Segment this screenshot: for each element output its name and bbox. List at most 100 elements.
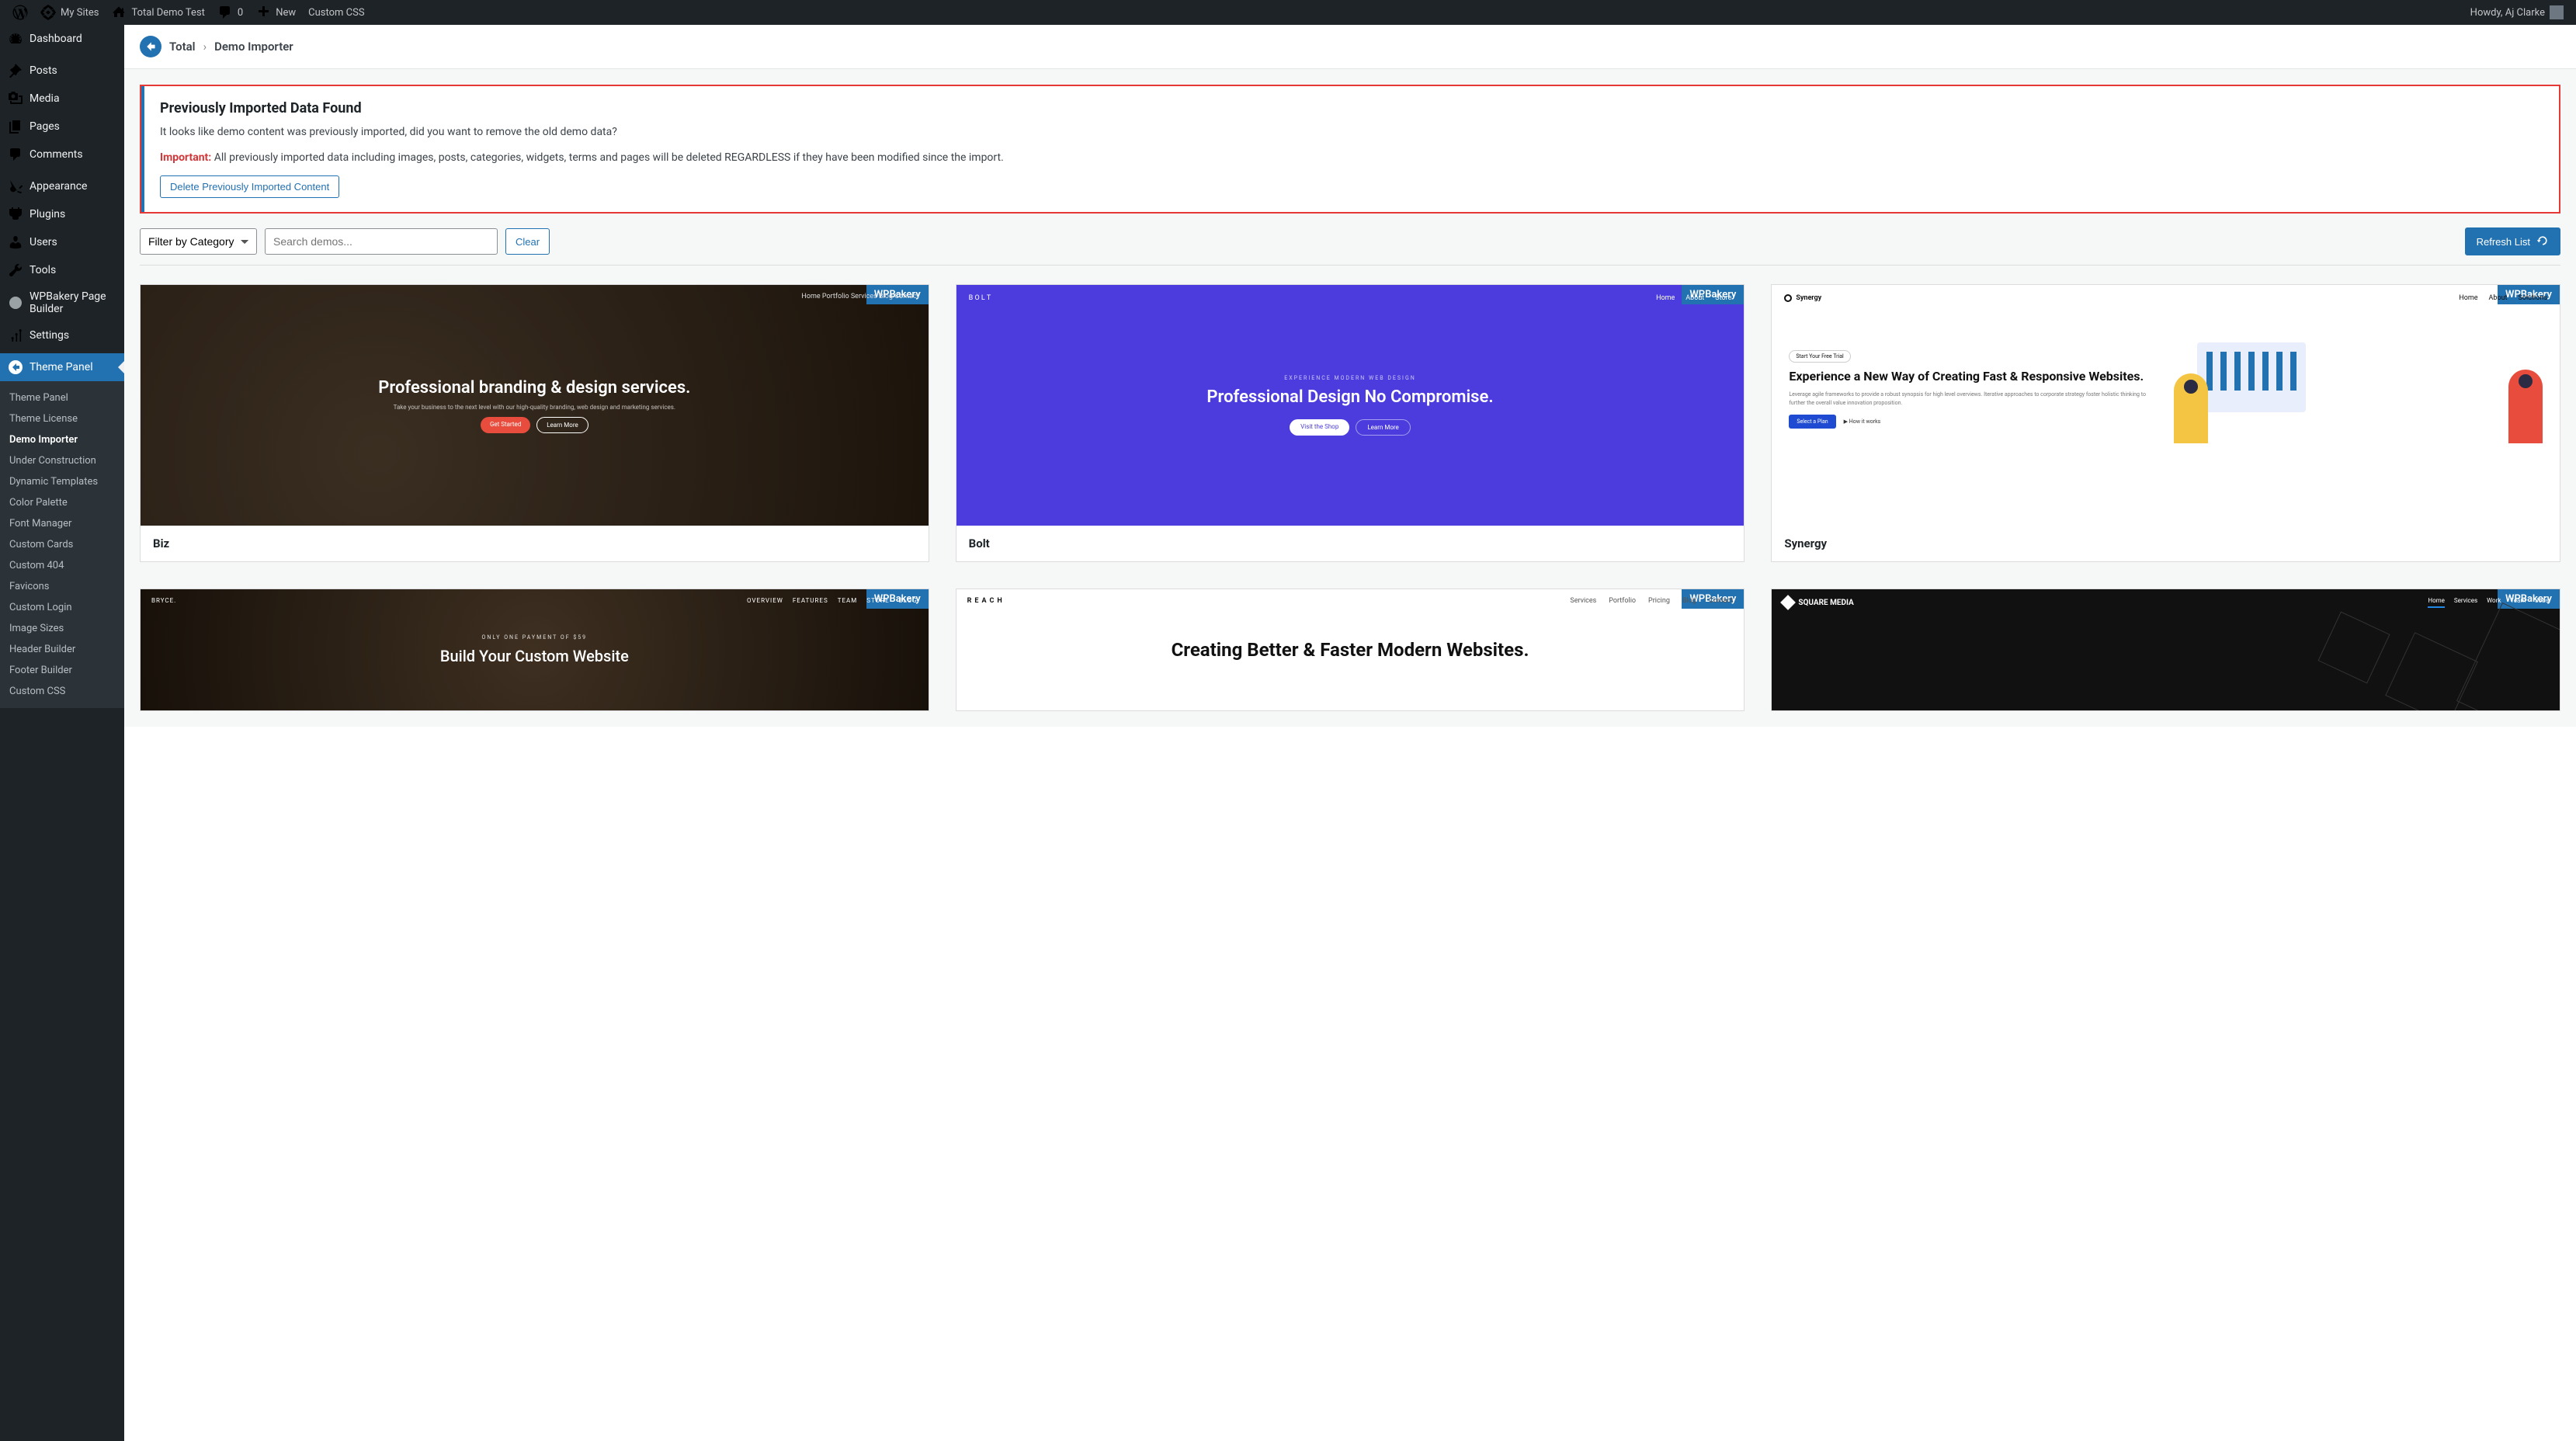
important-text: All previously imported data including i… bbox=[214, 151, 1004, 164]
thumb-pill: Start Your Free Trial bbox=[1789, 350, 1850, 363]
demo-card-synergy[interactable]: WPBakery SynergyHomeAboutSolutions Start… bbox=[1771, 284, 2560, 562]
menu-appearance[interactable]: Appearance bbox=[0, 172, 124, 200]
sub-header-builder[interactable]: Header Builder bbox=[0, 639, 124, 660]
divider bbox=[140, 265, 2560, 266]
wpbakery-icon bbox=[8, 295, 23, 311]
menu-posts-label: Posts bbox=[30, 64, 57, 77]
demo-card-bolt[interactable]: WPBakery B O L THomeAboutStore EXPERIENC… bbox=[956, 284, 1745, 562]
sub-construction[interactable]: Under Construction bbox=[0, 450, 124, 471]
filter-category-select[interactable]: Filter by Category bbox=[140, 228, 257, 255]
thumb-nav: STORE bbox=[866, 597, 889, 604]
user-icon bbox=[8, 234, 23, 250]
comments-count-label: 0 bbox=[238, 7, 243, 19]
sub-custom-css[interactable]: Custom CSS bbox=[0, 681, 124, 702]
demo-thumb: WPBakery B O L THomeAboutStore EXPERIENC… bbox=[956, 285, 1745, 526]
menu-settings[interactable]: Settings bbox=[0, 321, 124, 349]
my-sites[interactable]: My Sites bbox=[34, 0, 105, 25]
thumb-btn: Learn More bbox=[536, 417, 588, 433]
menu-comments[interactable]: Comments bbox=[0, 141, 124, 168]
delete-imported-button[interactable]: Delete Previously Imported Content bbox=[160, 175, 339, 198]
thumb-play-label: How it works bbox=[1849, 418, 1881, 425]
theme-panel-submenu: Theme Panel Theme License Demo Importer … bbox=[0, 381, 124, 708]
thumb-nav: Portfolio bbox=[1609, 597, 1636, 605]
thumb-nav: About bbox=[1686, 294, 1704, 302]
wordpress-icon bbox=[12, 5, 28, 20]
demo-thumb: WPBakery SQUARE MEDIAHomeServicesWorkTea… bbox=[1772, 589, 2560, 710]
menu-dashboard[interactable]: Dashboard bbox=[0, 25, 124, 53]
refresh-icon bbox=[2536, 234, 2549, 249]
thumb-nav: About bbox=[2489, 294, 2508, 302]
thumb-nav: Home bbox=[1656, 294, 1675, 302]
user-greeting[interactable]: Howdy, Aj Clarke bbox=[2464, 0, 2570, 25]
thumb-nav: Work bbox=[2487, 597, 2501, 608]
menu-tools[interactable]: Tools bbox=[0, 256, 124, 284]
comments-count[interactable]: 0 bbox=[211, 0, 249, 25]
site-name[interactable]: Total Demo Test bbox=[105, 0, 210, 25]
custom-css-label: Custom CSS bbox=[308, 7, 364, 19]
sub-favicons[interactable]: Favicons bbox=[0, 576, 124, 597]
menu-posts[interactable]: Posts bbox=[0, 57, 124, 85]
sub-license[interactable]: Theme License bbox=[0, 408, 124, 429]
menu-wpbakery[interactable]: WPBakery Page Builder bbox=[0, 284, 124, 321]
new-content-label: New bbox=[276, 7, 296, 19]
menu-pages-label: Pages bbox=[30, 120, 60, 133]
new-content[interactable]: New bbox=[249, 0, 302, 25]
clear-button[interactable]: Clear bbox=[505, 228, 550, 255]
thumb-nav: Team bbox=[2510, 597, 2526, 608]
sub-dynamic-templates[interactable]: Dynamic Templates bbox=[0, 471, 124, 492]
thumb-btn: Visit the Shop bbox=[1290, 419, 1349, 436]
demo-thumb: WPBakery REACHServicesPortfolioPricingBl… bbox=[956, 589, 1745, 710]
menu-users[interactable]: Users bbox=[0, 228, 124, 256]
demo-card-biz[interactable]: WPBakery Home Portfolio Services Blog Co… bbox=[140, 284, 929, 562]
notice-title: Previously Imported Data Found bbox=[160, 100, 2543, 116]
menu-media[interactable]: Media bbox=[0, 85, 124, 113]
home-icon bbox=[111, 5, 127, 20]
sub-font-manager[interactable]: Font Manager bbox=[0, 513, 124, 534]
comment-icon bbox=[217, 5, 233, 20]
thumb-price: ONLY ONE PAYMENT OF $59 bbox=[482, 634, 588, 641]
demo-toolbar: Filter by Category Clear Refresh List bbox=[140, 227, 2560, 255]
wp-logo[interactable] bbox=[6, 0, 34, 25]
thumb-nav: OVERVIEW bbox=[747, 597, 783, 604]
sub-custom-login[interactable]: Custom Login bbox=[0, 597, 124, 618]
thumb-nav: Contact bbox=[1709, 597, 1733, 605]
sliders-icon bbox=[8, 328, 23, 343]
page-body: Previously Imported Data Found It looks … bbox=[124, 69, 2576, 727]
demo-title: Synergy bbox=[1772, 526, 2560, 561]
brand-badge bbox=[140, 36, 161, 57]
demo-grid-row2: WPBakery BRYCE.OVERVIEWFEATURESTEAMSTORE… bbox=[140, 589, 2560, 711]
media-icon bbox=[8, 91, 23, 106]
plus-icon bbox=[255, 5, 271, 20]
sub-custom-cards[interactable]: Custom Cards bbox=[0, 534, 124, 555]
sub-footer-builder[interactable]: Footer Builder bbox=[0, 660, 124, 681]
demo-card-bryce[interactable]: WPBakery BRYCE.OVERVIEWFEATURESTEAMSTORE… bbox=[140, 589, 929, 711]
menu-theme-panel[interactable]: Theme Panel bbox=[0, 353, 124, 381]
chevron-right-icon: › bbox=[203, 40, 207, 54]
refresh-list-button[interactable]: Refresh List bbox=[2465, 227, 2560, 255]
admin-sidebar: Dashboard Posts Media Pages Comments App… bbox=[0, 25, 124, 1441]
menu-users-label: Users bbox=[30, 236, 57, 248]
crumb-root[interactable]: Total bbox=[169, 40, 196, 54]
thumb-nav: Services bbox=[2454, 597, 2477, 608]
sub-image-sizes[interactable]: Image Sizes bbox=[0, 618, 124, 639]
thumb-hero: Experience a New Way of Creating Fast & … bbox=[1789, 369, 2158, 384]
menu-theme-panel-label: Theme Panel bbox=[30, 361, 93, 373]
sub-color-palette[interactable]: Color Palette bbox=[0, 492, 124, 513]
imported-data-notice: Previously Imported Data Found It looks … bbox=[140, 85, 2560, 214]
custom-css-link[interactable]: Custom CSS bbox=[302, 0, 370, 25]
menu-appearance-label: Appearance bbox=[30, 180, 87, 193]
menu-pages[interactable]: Pages bbox=[0, 113, 124, 141]
user-greeting-label: Howdy, Aj Clarke bbox=[2470, 7, 2545, 19]
brush-icon bbox=[8, 179, 23, 194]
sub-demo-importer[interactable]: Demo Importer bbox=[0, 429, 124, 450]
search-input[interactable] bbox=[265, 228, 498, 255]
admin-bar-left: My Sites Total Demo Test 0 New Custom CS… bbox=[6, 0, 371, 25]
sub-custom-404[interactable]: Custom 404 bbox=[0, 555, 124, 576]
demo-card-square[interactable]: WPBakery SQUARE MEDIAHomeServicesWorkTea… bbox=[1771, 589, 2560, 711]
demo-card-reach[interactable]: WPBakery REACHServicesPortfolioPricingBl… bbox=[956, 589, 1745, 711]
sub-theme-panel[interactable]: Theme Panel bbox=[0, 387, 124, 408]
thumb-logo: BRYCE. bbox=[151, 597, 176, 604]
thumb-nav: BLOG bbox=[899, 597, 918, 604]
menu-plugins[interactable]: Plugins bbox=[0, 200, 124, 228]
thumb-body: Leverage agile frameworks to provide a r… bbox=[1789, 391, 2158, 407]
